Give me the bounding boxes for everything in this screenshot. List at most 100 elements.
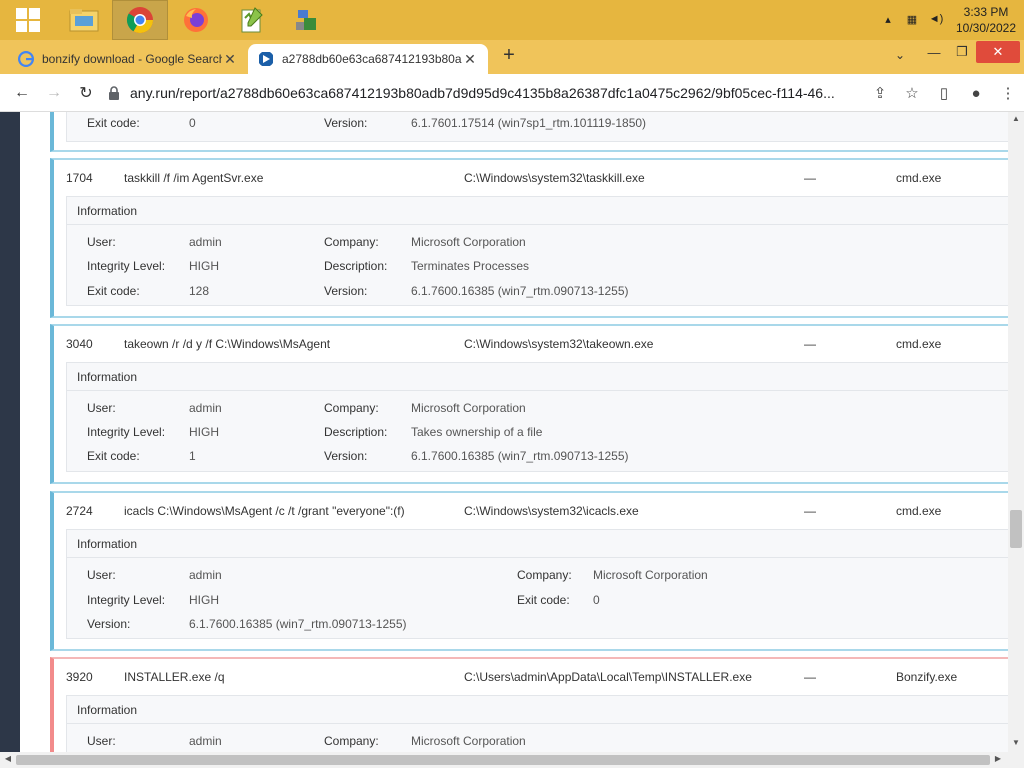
network-icon[interactable]: ▦	[904, 13, 920, 27]
volume-icon[interactable]: ◄)	[928, 13, 944, 27]
version-label: Version:	[324, 284, 368, 298]
tab-title: a2788db60e63ca687412193b80adb7d9d95d9c41…	[282, 52, 462, 66]
left-sidebar	[0, 112, 20, 752]
clock-time: 3:33 PM	[963, 5, 1009, 19]
new-tab-button[interactable]: +	[498, 44, 520, 66]
exit-code-value: 128	[189, 284, 210, 298]
version-value: 6.1.7600.16385 (win7_rtm.090713-1255)	[411, 284, 629, 298]
lock-icon	[109, 86, 119, 100]
vertical-scroll-thumb[interactable]	[1010, 510, 1022, 548]
process-header[interactable]: 2724 icacls C:\Windows\MsAgent /c /t /gr…	[54, 493, 1008, 529]
info-title: Information	[67, 530, 1008, 558]
scroll-down-arrow-icon[interactable]: ▼	[1008, 738, 1024, 750]
process-block[interactable]: 3920 INSTALLER.exe /q C:\Users\admin\App…	[50, 657, 1008, 752]
version-value: 6.1.7601.17514 (win7sp1_rtm.101119-1850)	[411, 116, 647, 130]
start-button[interactable]	[0, 0, 56, 40]
chrome-taskbar-button[interactable]	[112, 0, 168, 40]
process-pid: 1704	[66, 171, 93, 185]
info-box: Information User: admin Company: Microso…	[66, 362, 1008, 472]
process-header[interactable]: 1704 taskkill /f /im AgentSvr.exe C:\Win…	[54, 160, 1008, 196]
process-header[interactable]: 3920 INSTALLER.exe /q C:\Users\admin\App…	[54, 659, 1008, 695]
url-text: any.run/report/a2788db60e63ca687412193b8…	[130, 85, 835, 101]
version-value: 6.1.7600.16385 (win7_rtm.090713-1255)	[189, 617, 407, 631]
menu-kebab-icon[interactable]: ⋮	[992, 84, 1024, 102]
process-cmd: taskkill /f /im AgentSvr.exe	[124, 171, 264, 185]
notepadpp-taskbar-button[interactable]	[224, 0, 280, 40]
integrity-label: Integrity Level:	[87, 593, 166, 607]
description-value: Takes ownership of a file	[411, 425, 543, 439]
info-box: Information User: admin Company: Microso…	[66, 695, 1008, 752]
exit-code-label: Exit code:	[517, 593, 570, 607]
description-label: Description:	[324, 425, 388, 439]
close-tab-icon[interactable]: ✕	[222, 51, 238, 68]
integrity-value: HIGH	[189, 425, 219, 439]
tab-google-search[interactable]: bonzify download - Google Search ✕	[8, 44, 248, 74]
taskbar: ▴ ▦ ◄) 3:33 PM 10/30/2022	[0, 0, 1024, 40]
version-label: Version:	[324, 116, 368, 130]
description-label: Description:	[324, 259, 388, 273]
integrity-value: HIGH	[189, 593, 219, 607]
bookmark-star-icon[interactable]: ☆	[896, 84, 928, 102]
side-panel-icon[interactable]: ▯	[928, 84, 960, 102]
close-window-icon[interactable]: ✕	[976, 41, 1020, 63]
process-pid: 2724	[66, 504, 93, 518]
process-block[interactable]: 3040 takeown /r /d y /f C:\Windows\MsAge…	[50, 324, 1008, 484]
firefox-taskbar-button[interactable]	[168, 0, 224, 40]
info-box: Information User: admin Company: Microso…	[66, 196, 1008, 306]
exit-code-label: Exit code:	[87, 284, 140, 298]
clock[interactable]: 3:33 PM 10/30/2022	[948, 4, 1024, 36]
reload-icon[interactable]: ↻	[70, 77, 102, 109]
notepadpp-icon	[241, 7, 263, 33]
chevron-down-icon[interactable]: ⌄	[890, 48, 910, 62]
process-dash: —	[804, 504, 816, 518]
tab-anyrun-report[interactable]: a2788db60e63ca687412193b80adb7d9d95d9c41…	[248, 44, 488, 74]
user-label: User:	[87, 401, 116, 415]
process-parent: cmd.exe	[896, 171, 942, 185]
integrity-label: Integrity Level:	[87, 425, 166, 439]
process-cmd: takeown /r /d y /f C:\Windows\MsAgent	[124, 337, 331, 351]
process-dash: —	[804, 171, 816, 185]
folder-icon	[69, 9, 99, 32]
restore-icon[interactable]: ❐	[948, 44, 976, 60]
company-label: Company:	[324, 401, 379, 415]
scroll-up-arrow-icon[interactable]: ▲	[1008, 114, 1024, 126]
report-content: Exit code: 0 Version: 6.1.7601.17514 (wi…	[0, 112, 1008, 752]
scroll-right-arrow-icon[interactable]: ▶	[992, 754, 1004, 766]
process-header[interactable]: 3040 takeown /r /d y /f C:\Windows\MsAge…	[54, 326, 1008, 362]
share-icon[interactable]: ⇪	[864, 84, 896, 102]
clock-date: 10/30/2022	[955, 21, 1017, 35]
vertical-scrollbar[interactable]: ▲ ▼	[1008, 112, 1024, 752]
toolbar-actions: ⇪ ☆ ▯ ● ⋮	[864, 74, 1024, 112]
file-explorer-taskbar-button[interactable]	[56, 0, 112, 40]
profile-avatar-icon[interactable]: ●	[960, 85, 992, 102]
company-label: Company:	[324, 734, 379, 748]
forward-icon[interactable]: →	[38, 77, 70, 109]
chevron-up-icon[interactable]: ▴	[880, 13, 896, 27]
process-block[interactable]: 1704 taskkill /f /im AgentSvr.exe C:\Win…	[50, 158, 1008, 318]
back-icon[interactable]: ←	[6, 77, 38, 109]
minimize-icon[interactable]: —	[920, 45, 948, 60]
company-value: Microsoft Corporation	[593, 568, 708, 582]
info-title: Information	[67, 197, 1008, 225]
network-app-taskbar-button[interactable]	[280, 0, 336, 40]
process-block[interactable]: 2724 icacls C:\Windows\MsAgent /c /t /gr…	[50, 491, 1008, 651]
close-tab-icon[interactable]: ✕	[462, 51, 478, 68]
address-bar[interactable]: any.run/report/a2788db60e63ca687412193b8…	[108, 79, 848, 107]
info-box: Information User: admin Company: Microso…	[66, 529, 1008, 639]
chrome-icon	[126, 7, 154, 34]
integrity-label: Integrity Level:	[87, 259, 166, 273]
network-app-icon	[296, 10, 316, 30]
info-box: Exit code: 0 Version: 6.1.7601.17514 (wi…	[66, 112, 1008, 142]
process-dash: —	[804, 670, 816, 684]
process-block-partial: Exit code: 0 Version: 6.1.7601.17514 (wi…	[50, 112, 1008, 152]
process-path: C:\Windows\system32\icacls.exe	[464, 504, 639, 518]
company-label: Company:	[517, 568, 572, 582]
horizontal-scroll-thumb[interactable]	[16, 755, 990, 765]
version-label: Version:	[87, 617, 131, 631]
user-value: admin	[189, 734, 222, 748]
horizontal-scrollbar[interactable]: ◀ ▶	[0, 752, 1024, 768]
anyrun-icon	[259, 52, 273, 66]
exit-code-label: Exit code:	[87, 116, 140, 130]
version-value: 6.1.7600.16385 (win7_rtm.090713-1255)	[411, 449, 629, 463]
scroll-left-arrow-icon[interactable]: ◀	[2, 754, 14, 766]
